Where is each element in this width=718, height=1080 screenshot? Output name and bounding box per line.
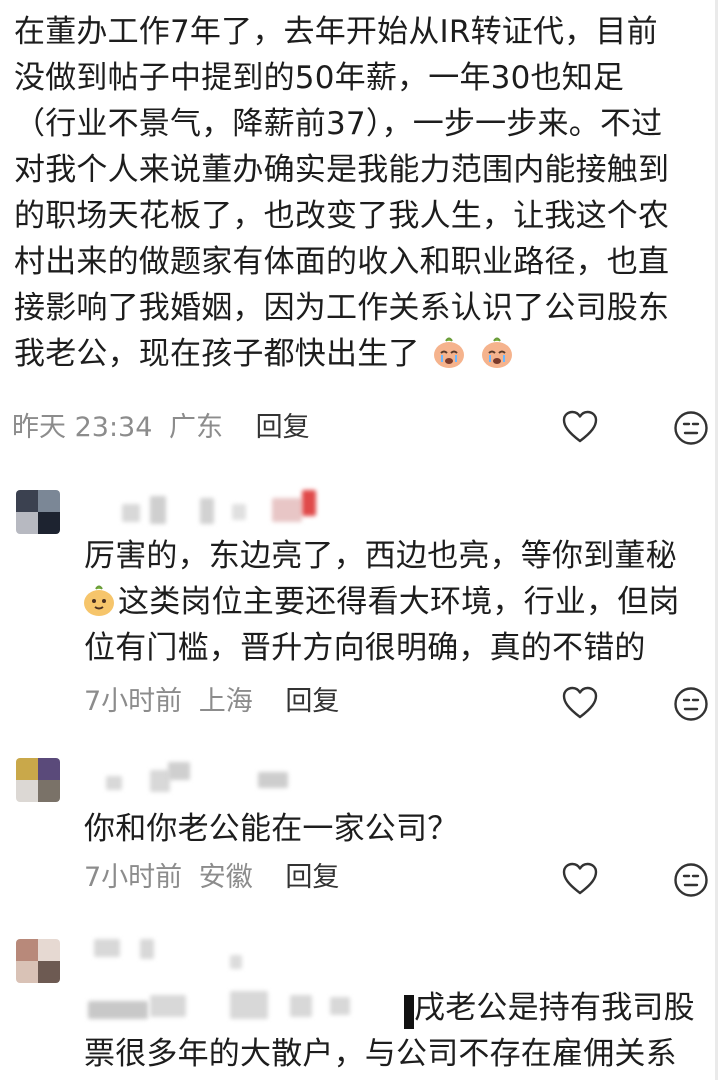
comment-line: 位有门槛，晋升方向很明确，真的不错的 xyxy=(84,630,646,666)
comment-line: 接影响了我婚姻，因为工作关系认识了公司股东 xyxy=(14,290,670,326)
comment-4: 戌老公是持有我司股 票很多年的大散户，与公司不存在雇佣关系 xyxy=(0,925,718,1080)
comment-1: 在董办工作7年了，去年开始从IR转证代，目前 没做到帖子中提到的50年薪，一年3… xyxy=(0,0,718,470)
comment-line: 厉害的，东边亮了，西边也亮，等你到董秘 xyxy=(84,538,677,574)
comment-location: 广东 xyxy=(169,412,223,443)
heart-outline-icon[interactable] xyxy=(562,686,598,720)
avatar[interactable] xyxy=(16,939,60,983)
comment-line: 我老公，现在孩子都快出生了 xyxy=(14,331,669,377)
crying-face-emoji xyxy=(433,337,464,368)
smiling-face-emoji xyxy=(84,585,114,616)
comment-4-text: 戌老公是持有我司股 票很多年的大散户，与公司不存在雇佣关系 xyxy=(84,985,695,1077)
heart-outline-icon[interactable] xyxy=(562,862,598,896)
comment-time: 昨天 23:34 xyxy=(12,412,153,443)
reply-button[interactable]: 回复 xyxy=(285,686,339,717)
comment-2: 厉害的，东边亮了，西边也亮，等你到董秘 这类岗位主要还得看大环境，行业，但岗 位… xyxy=(0,478,718,748)
comment-1-text: 在董办工作7年了，去年开始从IR转证代，目前 没做到帖子中提到的50年薪，一年3… xyxy=(14,9,669,377)
comment-line: 票很多年的大散户，与公司不存在雇佣关系 xyxy=(84,1036,677,1072)
comment-2-text: 厉害的，东边亮了，西边也亮，等你到董秘 这类岗位主要还得看大环境，行业，但岗 位… xyxy=(84,533,680,671)
crying-face-emoji xyxy=(481,337,512,368)
comment-location: 上海 xyxy=(198,686,253,717)
avatar[interactable] xyxy=(16,490,60,534)
comment-time: 7小时前 xyxy=(84,862,183,893)
comment-line: 的职场天花板了，也改变了我人生，让我这个农 xyxy=(14,198,670,234)
comment-line: 村出来的做题家有体面的收入和职业路径，也直 xyxy=(14,244,670,280)
comment-line: 在董办工作7年了，去年开始从IR转证代，目前 xyxy=(14,14,658,50)
comment-line: 你和你老公能在一家公司？ xyxy=(84,811,459,847)
comment-time: 7小时前 xyxy=(84,686,183,717)
heart-outline-icon[interactable] xyxy=(562,410,598,444)
neutral-face-icon[interactable] xyxy=(673,862,709,898)
reply-button[interactable]: 回复 xyxy=(285,862,339,893)
comment-3: 你和你老公能在一家公司？ 7小时前 安徽 回复 xyxy=(0,750,718,920)
neutral-face-icon[interactable] xyxy=(673,686,709,722)
comment-location: 安徽 xyxy=(198,862,253,893)
comment-line-text: 这类岗位主要还得看大环境，行业，但岗 xyxy=(118,584,680,620)
avatar[interactable] xyxy=(16,758,60,802)
comment-line: 没做到帖子中提到的50年薪，一年30也知足 xyxy=(14,60,625,96)
comment-line: 对我个人来说董办确实是我能力范围内能接触到 xyxy=(14,152,670,188)
comment-2-meta: 7小时前 上海 回复 xyxy=(84,680,339,724)
comment-3-meta: 7小时前 安徽 回复 xyxy=(84,856,339,900)
comment-1-meta: 昨天 23:34 广东 回复 xyxy=(12,406,310,450)
reply-button[interactable]: 回复 xyxy=(256,412,310,443)
comment-line: 戌老公是持有我司股 xyxy=(84,985,695,1031)
comment-line: （行业不景气，降薪前37），一步一步来。不过 xyxy=(14,106,663,142)
comment-line: 这类岗位主要还得看大环境，行业，但岗 xyxy=(80,579,680,625)
comment-line-text: 戌老公是持有我司股 xyxy=(414,990,695,1026)
comment-line-text: 我老公，现在孩子都快出生了 xyxy=(14,336,420,372)
comment-3-text: 你和你老公能在一家公司？ xyxy=(84,806,458,852)
neutral-face-icon[interactable] xyxy=(673,410,709,446)
